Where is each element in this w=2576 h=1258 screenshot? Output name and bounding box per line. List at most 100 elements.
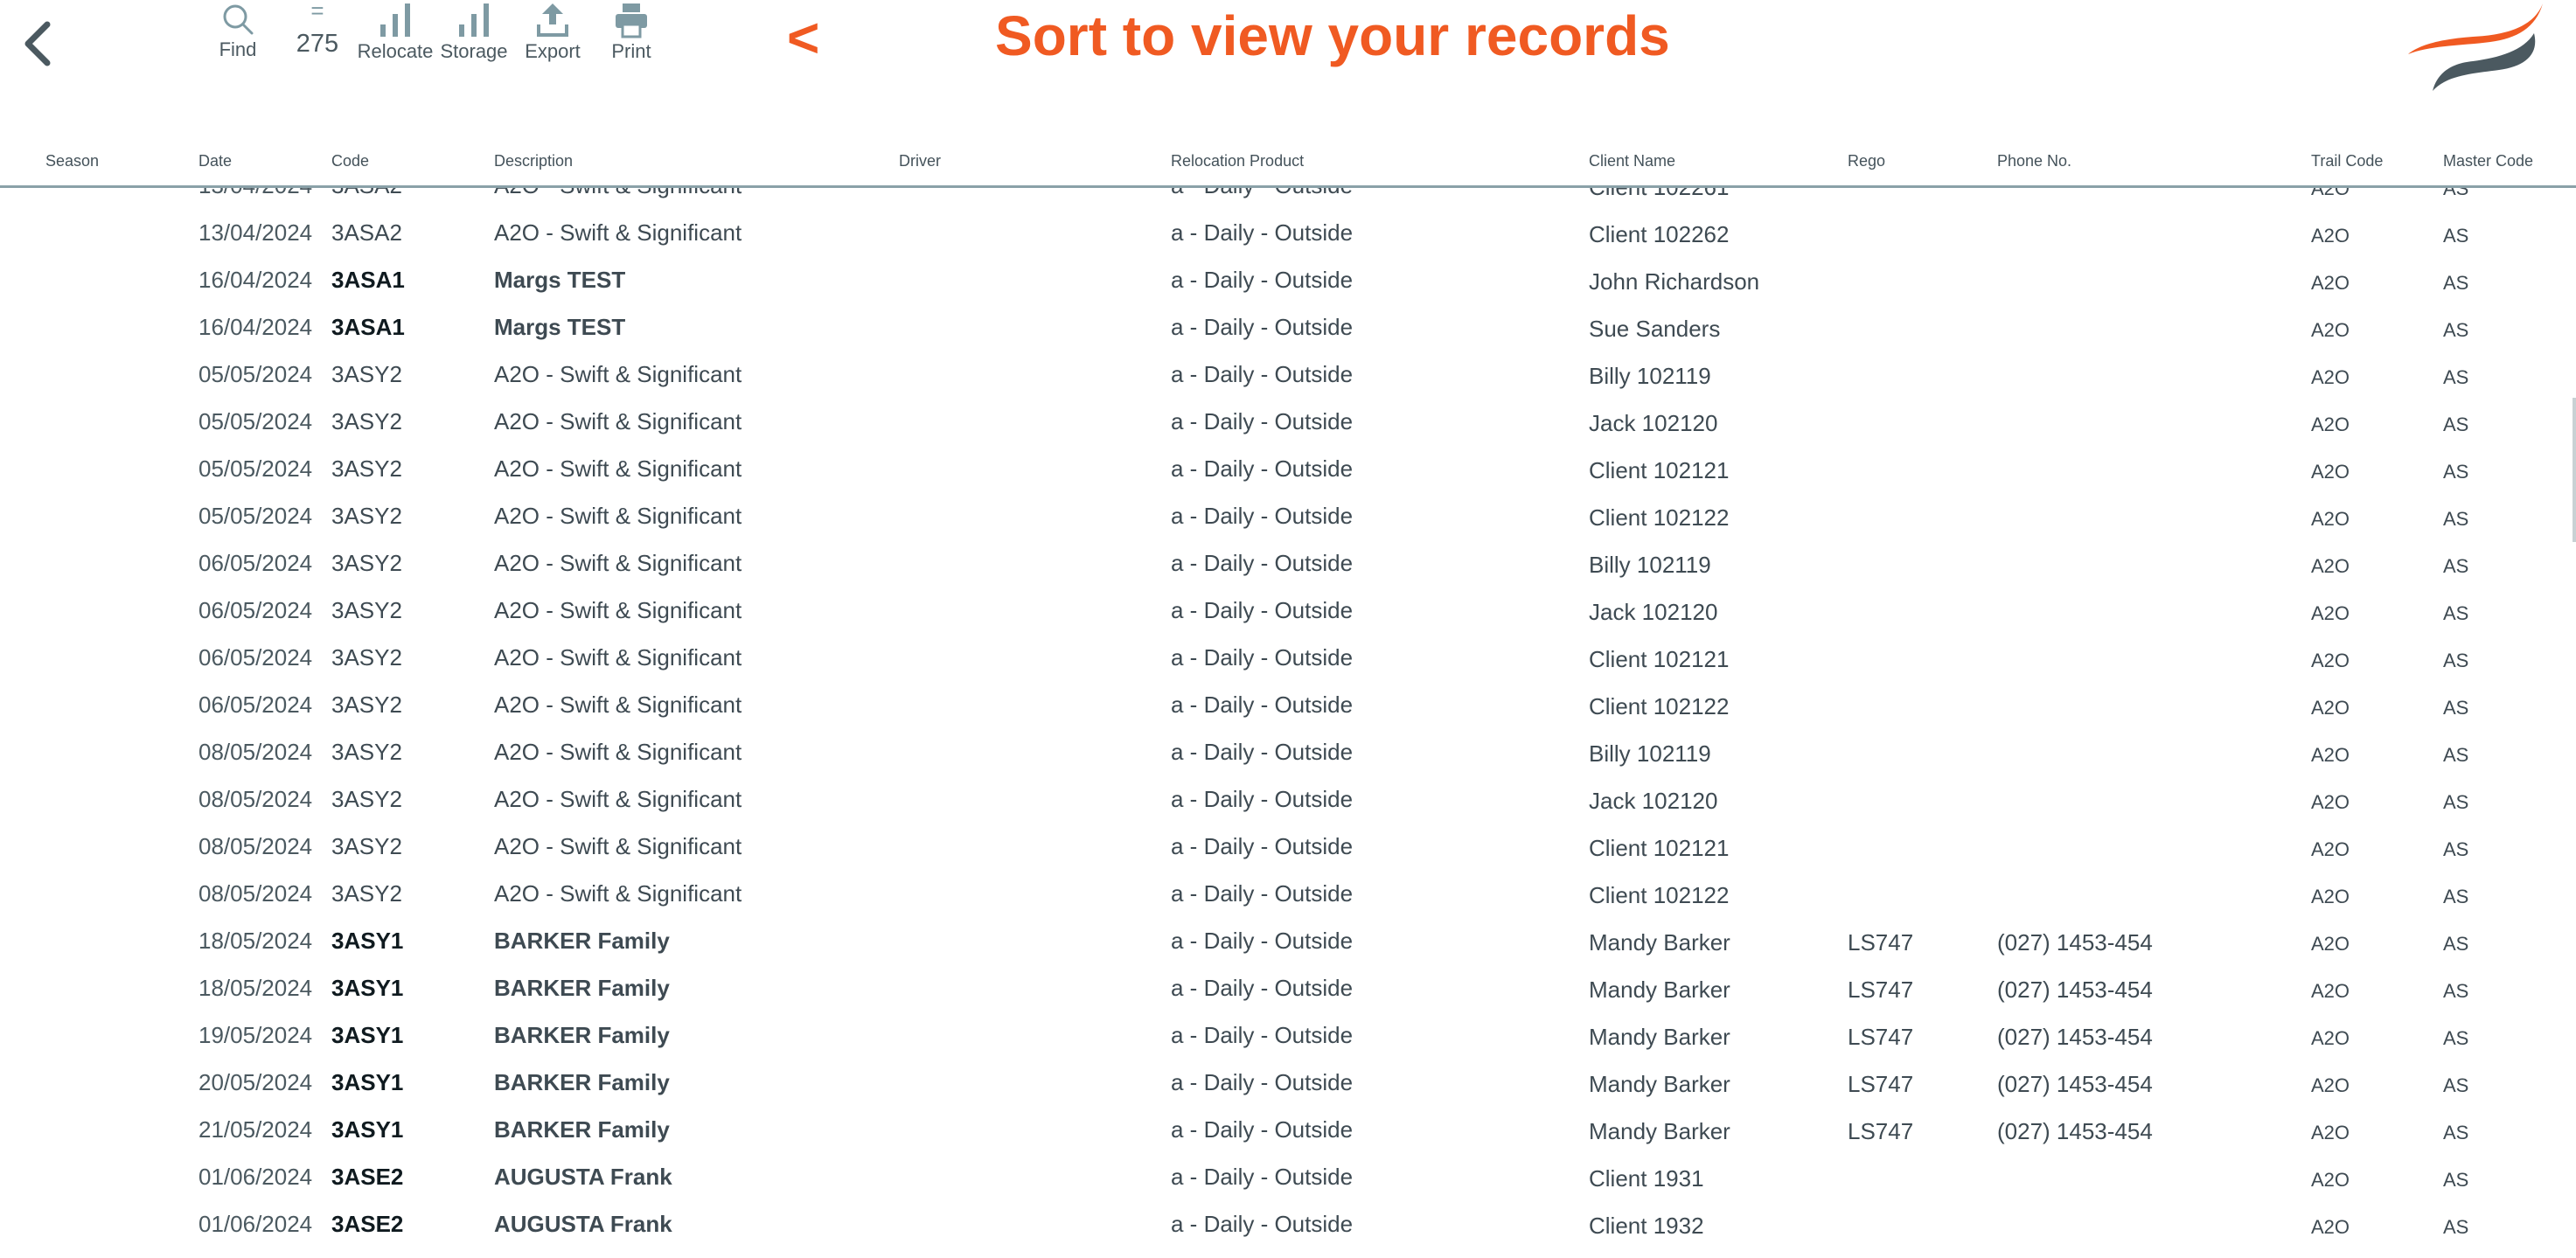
cell-trail-code: A2O	[2311, 366, 2350, 388]
column-header-code[interactable]: Code	[331, 152, 369, 170]
table-row[interactable]: 06/05/2024 3ASY2 A2O - Swift & Significant…	[0, 692, 2576, 739]
cell-phone: (027) 1453-454	[1997, 1024, 2153, 1050]
table-row[interactable]: 20/05/2024 3ASY1 BARKER Family a - Daily - …	[0, 1069, 2576, 1116]
cell-relocation-product: a - Daily - Outside	[1171, 880, 1354, 907]
cell-relocation-product: a - Daily - Outside	[1171, 975, 1354, 1001]
cell-master-code: AS	[2443, 1216, 2469, 1238]
table-row[interactable]: 13/04/2024 3ASA2 A2O - Swift & Significant…	[0, 219, 2576, 267]
table-row[interactable]: 16/04/2024 3ASA1 Margs TEST a - Daily - Out…	[0, 314, 2576, 361]
table-row[interactable]: 21/05/2024 3ASY1 BARKER Family a - Daily - …	[0, 1116, 2576, 1164]
cell-description: A2O - Swift & Significant	[494, 408, 742, 434]
cell-client-name: Mandy Barker	[1589, 1118, 1730, 1144]
cell-relocation-product: a - Daily - Outside	[1171, 644, 1354, 671]
column-header-master-code[interactable]: Master Code	[2443, 152, 2533, 170]
cell-trail-code: A2O	[2311, 1216, 2350, 1238]
table-row[interactable]: 08/05/2024 3ASY2 A2O - Swift & Significant…	[0, 880, 2576, 928]
scrollbar[interactable]	[2573, 398, 2576, 542]
cell-master-code: AS	[2443, 555, 2469, 577]
column-header-phone[interactable]: Phone No.	[1997, 152, 2071, 170]
cell-rego: LS747	[1848, 1024, 1914, 1050]
cell-date: 13/04/2024	[198, 219, 313, 246]
print-label: Print	[611, 40, 651, 62]
column-header-trail-code[interactable]: Trail Code	[2311, 152, 2383, 170]
table-row[interactable]: 06/05/2024 3ASY2 A2O - Swift & Significant…	[0, 550, 2576, 597]
cell-master-code: AS	[2443, 933, 2469, 955]
table-row[interactable]: 08/05/2024 3ASY2 A2O - Swift & Significant…	[0, 833, 2576, 880]
table-row[interactable]: 08/05/2024 3ASY2 A2O - Swift & Significant…	[0, 786, 2576, 833]
cell-code: 3ASY2	[331, 739, 402, 765]
cell-code: 3ASY2	[331, 597, 402, 623]
table-row[interactable]: 19/05/2024 3ASY1 BARKER Family a - Daily - …	[0, 1022, 2576, 1069]
cell-description: BARKER Family	[494, 1069, 670, 1095]
column-header-description[interactable]: Description	[494, 152, 573, 170]
column-header-client-name[interactable]: Client Name	[1589, 152, 1675, 170]
back-button[interactable]	[16, 9, 56, 70]
table-row[interactable]: 06/05/2024 3ASY2 A2O - Swift & Significant…	[0, 597, 2576, 644]
table-row[interactable]: 16/04/2024 3ASA1 Margs TEST a - Daily - Out…	[0, 267, 2576, 314]
cell-code: 3ASA1	[331, 267, 405, 293]
cell-client-name: John Richardson	[1589, 268, 1760, 295]
table-row[interactable]: 05/05/2024 3ASY2 A2O - Swift & Significant…	[0, 503, 2576, 550]
table-row[interactable]: 06/05/2024 3ASY2 A2O - Swift & Significant…	[0, 644, 2576, 692]
cell-relocation-product: a - Daily - Outside	[1171, 314, 1354, 340]
cell-code: 3ASY2	[331, 880, 402, 907]
column-header-season[interactable]: Season	[45, 152, 99, 170]
column-header-relocation-product[interactable]: Relocation Product	[1171, 152, 1304, 170]
column-header-rego[interactable]: Rego	[1848, 152, 1885, 170]
cell-code: 3ASY2	[331, 550, 402, 576]
print-button[interactable]: Print	[583, 2, 679, 68]
cell-description: Margs TEST	[494, 314, 626, 340]
table-row[interactable]: 05/05/2024 3ASY2 A2O - Swift & Significant…	[0, 408, 2576, 455]
cell-relocation-product: a - Daily - Outside	[1171, 455, 1354, 482]
column-header-date[interactable]: Date	[198, 152, 232, 170]
cell-code: 3ASY2	[331, 361, 402, 387]
cell-relocation-product: a - Daily - Outside	[1171, 597, 1354, 623]
table-row[interactable]: 18/05/2024 3ASY1 BARKER Family a - Daily - …	[0, 928, 2576, 975]
table-row[interactable]: 01/06/2024 3ASE2 AUGUSTA Frank a - Daily - …	[0, 1211, 2576, 1258]
search-icon	[223, 4, 254, 35]
cell-relocation-product: a - Daily - Outside	[1171, 786, 1354, 812]
cell-description: A2O - Swift & Significant	[494, 692, 742, 718]
cell-description: BARKER Family	[494, 1116, 670, 1143]
cell-date: 08/05/2024	[198, 739, 313, 765]
cell-code: 3ASY2	[331, 692, 402, 718]
cell-master-code: AS	[2443, 414, 2469, 435]
cell-date: 06/05/2024	[198, 597, 313, 623]
cell-trail-code: A2O	[2311, 650, 2350, 671]
cell-master-code: AS	[2443, 272, 2469, 294]
cell-relocation-product: a - Daily - Outside	[1171, 361, 1354, 387]
cell-client-name: Client 102122	[1589, 504, 1730, 531]
table-row[interactable]: 05/05/2024 3ASY2 A2O - Swift & Significant…	[0, 455, 2576, 503]
cell-date: 16/04/2024	[198, 314, 313, 340]
cell-master-code: AS	[2443, 744, 2469, 766]
cell-trail-code: A2O	[2311, 980, 2350, 1002]
cell-date: 01/06/2024	[198, 1211, 313, 1237]
cell-client-name: Client 102122	[1589, 693, 1730, 719]
cell-master-code: AS	[2443, 697, 2469, 719]
page-title: Sort to view your records	[995, 4, 1670, 67]
cell-master-code: AS	[2443, 650, 2469, 671]
cell-code: 3ASE2	[331, 1211, 404, 1237]
cell-date: 08/05/2024	[198, 880, 313, 907]
table-row[interactable]: 05/05/2024 3ASY2 A2O - Swift & Significant…	[0, 361, 2576, 408]
cell-trail-code: A2O	[2311, 838, 2350, 860]
cell-client-name: Billy 102119	[1589, 363, 1711, 389]
collapse-chevron-button[interactable]: <	[787, 5, 819, 70]
cell-client-name: Mandy Barker	[1589, 1024, 1730, 1050]
cell-description: A2O - Swift & Significant	[494, 880, 742, 907]
cell-relocation-product: a - Daily - Outside	[1171, 928, 1354, 954]
cell-client-name: Client 102262	[1589, 221, 1730, 247]
table-row[interactable]: 01/06/2024 3ASE2 AUGUSTA Frank a - Daily - …	[0, 1164, 2576, 1211]
cell-date: 05/05/2024	[198, 361, 313, 387]
cell-master-code: AS	[2443, 602, 2469, 624]
table-row[interactable]: 18/05/2024 3ASY1 BARKER Family a - Daily - …	[0, 975, 2576, 1022]
cell-relocation-product: a - Daily - Outside	[1171, 503, 1354, 529]
cell-client-name: Billy 102119	[1589, 740, 1711, 767]
column-header-driver[interactable]: Driver	[899, 152, 941, 170]
cell-description: BARKER Family	[494, 975, 670, 1001]
cell-master-code: AS	[2443, 1027, 2469, 1049]
cell-client-name: Client 102121	[1589, 835, 1730, 861]
table-row[interactable]: 08/05/2024 3ASY2 A2O - Swift & Significant…	[0, 739, 2576, 786]
cell-date: 01/06/2024	[198, 1164, 313, 1190]
cell-date: 06/05/2024	[198, 550, 313, 576]
